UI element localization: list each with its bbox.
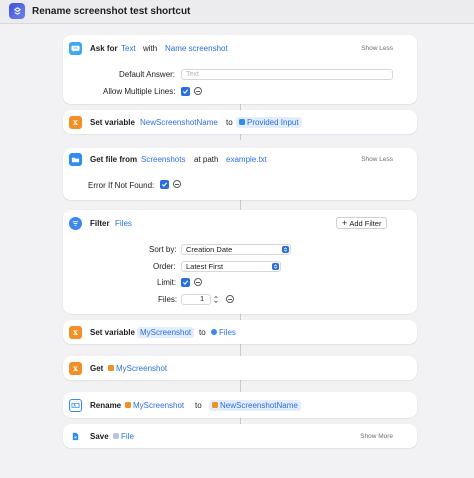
token-label: Files [219,327,236,337]
connector [240,380,241,392]
default-answer-input[interactable]: Text [181,69,393,80]
provided-input-token[interactable]: Provided Input [236,116,302,128]
sort-by-label: Sort by: [149,245,177,254]
remove-parameter-icon[interactable] [194,278,202,286]
ask-for-input-action[interactable]: Ask for Text with Name screenshot Show L… [63,35,417,104]
rename-action[interactable]: Rename MyScreenshot to NewScreenshotName [63,392,417,418]
rename-icon [69,398,82,412]
order-select[interactable]: Latest First [181,261,281,272]
input-type-token[interactable]: Text [121,44,136,53]
default-answer-label: Default Answer: [119,70,176,79]
get-variable-action[interactable]: x Get MyScreenshot [63,356,417,380]
window-title: Rename screenshot test shortcut [32,6,191,17]
remove-parameter-icon[interactable] [173,180,181,188]
to-label: to [195,400,202,410]
input-icon [239,119,245,125]
connector [240,344,241,356]
variable-icon [125,402,131,408]
order-label: Order: [153,262,176,271]
show-less-toggle[interactable]: Show Less [361,45,393,52]
filter-icon [211,329,217,335]
action-verb: Ask for [90,43,118,53]
file-icon [113,433,119,439]
item-token[interactable]: MyScreenshot [125,401,184,410]
set-variable-action[interactable]: x Set variable MyScreenshot to Files [63,320,417,344]
add-filter-label: Add Filter [349,219,382,228]
to-label: to [226,117,233,127]
multiple-lines-label: Allow Multiple Lines: [103,87,176,96]
files-limit-input[interactable]: 1 [181,294,211,305]
error-if-not-found-checkbox[interactable] [160,180,169,189]
action-verb: Rename [90,400,122,410]
remove-parameter-icon[interactable] [194,87,202,95]
action-verb: Get [90,363,104,373]
save-file-action[interactable]: Save File Show More [63,424,417,448]
chevron-updown-icon [282,246,289,253]
with-label: with [143,43,158,53]
variable-x-icon: x [69,115,82,129]
filter-files-action[interactable]: Filter Files + Add Filter Sort by: Creat… [63,210,417,314]
token-label: File [121,431,134,441]
document-share-icon [69,429,82,443]
order-value: Latest First [186,262,224,271]
variable-name-token[interactable]: MyScreenshot [137,326,195,338]
path-token[interactable]: example.txt [226,155,267,164]
folder-token[interactable]: Screenshots [141,155,185,164]
variable-x-icon: x [69,361,82,375]
chevron-updown-icon [272,263,279,270]
show-less-toggle[interactable]: Show Less [361,156,393,163]
prompt-token[interactable]: Name screenshot [165,44,228,53]
variable-icon [212,402,218,408]
add-filter-button[interactable]: + Add Filter [336,217,388,229]
folder-icon [69,152,82,166]
files-limit-label: Files: [158,295,178,304]
files-limit-stepper[interactable] [213,294,219,305]
sort-by-value: Creation Date [186,245,233,254]
file-token[interactable]: File [113,432,134,441]
token-label: MyScreenshot [133,400,185,410]
get-file-action[interactable]: Get file from Screenshots at path exampl… [63,148,417,200]
connector [240,200,241,210]
variable-x-icon: x [69,325,82,339]
limit-label: Limit: [157,278,177,287]
action-verb: Set variable [90,327,135,337]
shortcut-editor: Ask for Text with Name screenshot Show L… [0,24,474,478]
set-variable-action[interactable]: x Set variable NewScreenshotName to Prov… [63,110,417,134]
to-label: to [199,327,206,337]
token-label: NewScreenshotName [220,400,298,410]
token-label: MyScreenshot [116,363,168,373]
error-if-not-found-label: Error If Not Found: [88,181,155,190]
action-verb: Save [90,431,109,441]
new-name-token[interactable]: NewScreenshotName [209,399,301,411]
filter-icon [69,216,82,230]
files-token[interactable]: Files [211,328,236,337]
action-verb: Set variable [90,117,135,127]
variable-icon [108,365,114,371]
show-more-toggle[interactable]: Show More [360,433,393,440]
plus-icon: + [342,218,348,228]
myscreenshot-token[interactable]: MyScreenshot [108,364,167,373]
shortcuts-icon [9,3,25,19]
action-verb: Get file from [90,154,138,164]
token-label: Provided Input [247,117,299,127]
sort-by-select[interactable]: Creation Date [181,244,291,255]
connector [240,134,241,140]
files-token[interactable]: Files [115,219,132,228]
action-verb: Filter [90,218,110,228]
at-path-label: at path [194,154,219,164]
limit-checkbox[interactable] [181,278,190,287]
title-bar: Rename screenshot test shortcut [0,0,474,24]
speech-bubble-icon [69,41,82,55]
remove-parameter-icon[interactable] [226,295,234,303]
variable-name-token[interactable]: NewScreenshotName [140,118,218,127]
multiple-lines-checkbox[interactable] [181,87,190,96]
